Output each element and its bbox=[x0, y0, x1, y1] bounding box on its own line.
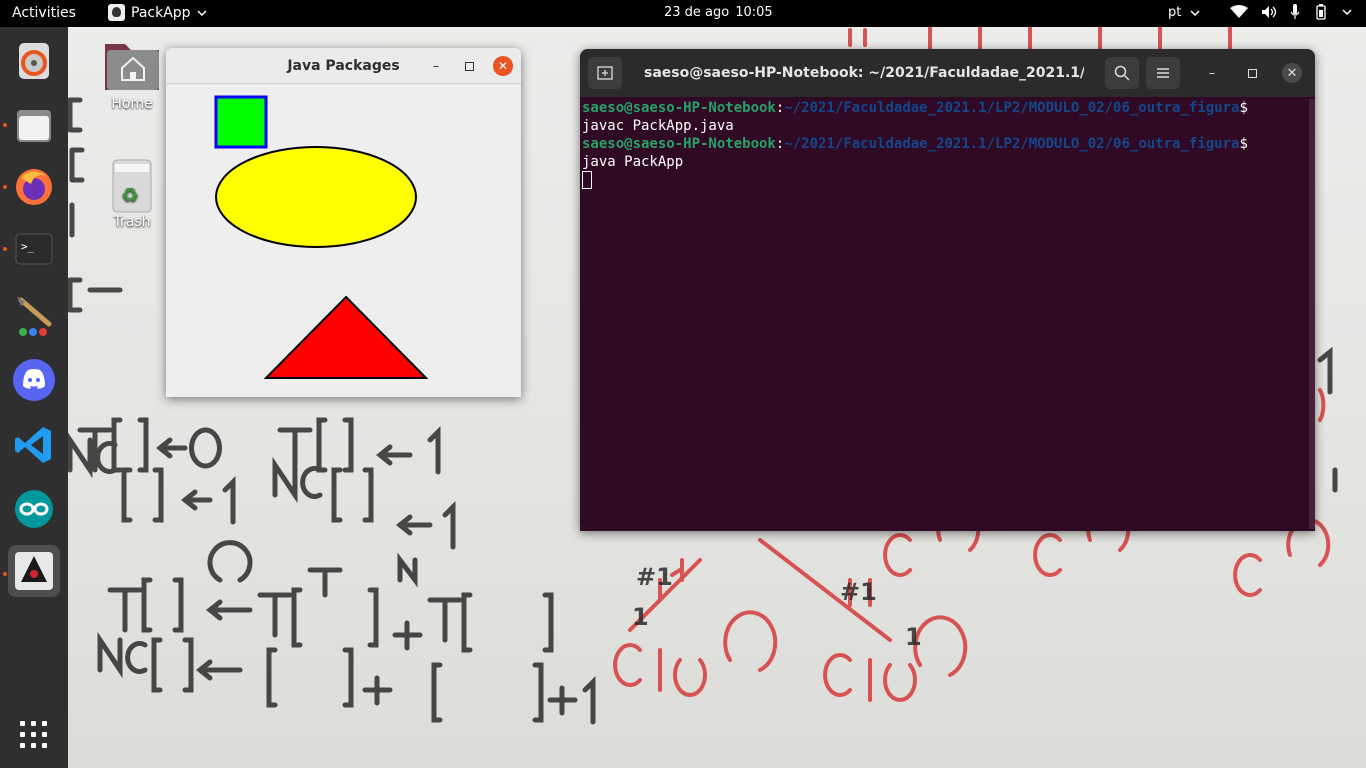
discord-icon bbox=[13, 359, 55, 401]
ubuntu-software-icon bbox=[19, 43, 49, 79]
prompt-symbol: $ bbox=[1239, 136, 1248, 152]
dock-item-ubuntu-software[interactable] bbox=[8, 34, 60, 86]
running-indicator bbox=[3, 247, 7, 251]
clock-time: 10:05 bbox=[735, 5, 773, 20]
prompt-symbol: $ bbox=[1239, 100, 1248, 116]
system-tray[interactable] bbox=[1230, 4, 1352, 20]
app-menu[interactable]: PackApp bbox=[108, 4, 207, 21]
window-titlebar[interactable]: Java Packages – ✕ bbox=[166, 48, 521, 84]
maximize-button[interactable] bbox=[1242, 63, 1262, 83]
cursor-line bbox=[582, 171, 1310, 189]
running-indicator bbox=[3, 572, 7, 576]
hamburger-menu-icon bbox=[1157, 68, 1169, 78]
battery-icon bbox=[1316, 4, 1326, 20]
show-apps-icon bbox=[20, 721, 47, 748]
prompt-path: ~/2021/Faculdadae_2021.1/LP2/MODULO_02/0… bbox=[784, 136, 1240, 152]
minimize-icon: – bbox=[1208, 65, 1216, 81]
terminal-icon: >_ bbox=[15, 233, 53, 265]
home-label: Home bbox=[111, 96, 153, 112]
terminal-output[interactable]: saeso@saeso-HP-Notebook:~/2021/Faculdada… bbox=[582, 99, 1310, 529]
clock-date: 23 de ago bbox=[664, 5, 730, 20]
vscode-icon bbox=[15, 427, 51, 463]
top-bar: Activities PackApp 23 de ago 10:05 pt bbox=[0, 0, 1366, 27]
desktop-trash[interactable]: ♻ Trash bbox=[98, 158, 166, 230]
maximize-icon bbox=[464, 61, 474, 71]
files-icon bbox=[17, 110, 51, 142]
wifi-icon bbox=[1230, 5, 1248, 18]
dock-item-java-app[interactable] bbox=[8, 545, 60, 597]
svg-text:>_: >_ bbox=[21, 240, 35, 253]
chevron-down-icon bbox=[1342, 9, 1352, 15]
svg-text:1: 1 bbox=[905, 623, 922, 651]
desktop-home[interactable]: Home bbox=[98, 36, 166, 112]
close-button[interactable]: ✕ bbox=[1282, 63, 1302, 83]
chevron-down-icon bbox=[197, 9, 207, 16]
terminal-scrollbar[interactable] bbox=[1309, 99, 1315, 529]
search-button[interactable] bbox=[1105, 57, 1139, 89]
paint-icon bbox=[17, 296, 52, 336]
new-tab-icon bbox=[597, 66, 613, 80]
trash-icon: ♻ bbox=[112, 159, 152, 213]
new-tab-button[interactable] bbox=[588, 57, 622, 89]
dock-item-vscode[interactable] bbox=[8, 419, 60, 471]
trash-label: Trash bbox=[113, 214, 151, 230]
app-menu-label: PackApp bbox=[131, 4, 191, 21]
command-line: java PackApp bbox=[582, 154, 684, 170]
svg-text:♻: ♻ bbox=[121, 183, 139, 207]
dock-item-paint[interactable] bbox=[8, 289, 60, 341]
running-indicator bbox=[3, 123, 7, 127]
minimize-button[interactable]: – bbox=[426, 56, 446, 76]
svg-text:#1: #1 bbox=[840, 578, 877, 606]
java-app-icon bbox=[108, 4, 125, 21]
terminal-titlebar[interactable]: saeso@saeso-HP-Notebook: ~/2021/Faculdad… bbox=[580, 49, 1315, 97]
drawing-canvas bbox=[166, 84, 521, 397]
volume-icon bbox=[1262, 6, 1277, 18]
dock-item-show-apps[interactable] bbox=[8, 709, 60, 761]
svg-text:1: 1 bbox=[632, 603, 649, 631]
microphone-icon bbox=[1290, 4, 1300, 19]
dock-item-files[interactable] bbox=[8, 99, 60, 151]
minimize-icon: – bbox=[432, 58, 440, 74]
java-packages-window: Java Packages – ✕ bbox=[166, 48, 521, 397]
dock-item-discord[interactable] bbox=[8, 354, 60, 406]
terminal-window: saeso@saeso-HP-Notebook: ~/2021/Faculdad… bbox=[580, 49, 1315, 531]
red-triangle-shape bbox=[263, 295, 429, 379]
java-duke-icon bbox=[15, 552, 53, 590]
prompt-line: saeso@saeso-HP-Notebook:~/2021/Faculdada… bbox=[582, 100, 1248, 116]
search-icon bbox=[1114, 65, 1130, 81]
svg-text:#1: #1 bbox=[636, 563, 673, 591]
minimize-button[interactable]: – bbox=[1202, 63, 1222, 83]
dock-item-arduino[interactable] bbox=[8, 483, 60, 535]
menu-button[interactable] bbox=[1146, 57, 1180, 89]
firefox-icon bbox=[16, 169, 52, 205]
prompt-user-host: saeso@saeso-HP-Notebook bbox=[582, 100, 776, 116]
language-label: pt bbox=[1168, 5, 1182, 20]
activities-button[interactable]: Activities bbox=[12, 5, 76, 21]
chevron-down-icon bbox=[1189, 10, 1200, 17]
dock-item-firefox[interactable] bbox=[8, 161, 60, 213]
prompt-user-host: saeso@saeso-HP-Notebook bbox=[582, 136, 776, 152]
shapes-figure bbox=[214, 95, 429, 379]
green-square-shape bbox=[214, 95, 268, 149]
command-line: javac PackApp.java bbox=[582, 118, 734, 134]
terminal-title: saeso@saeso-HP-Notebook: ~/2021/Faculdad… bbox=[644, 65, 1084, 81]
arduino-icon bbox=[15, 490, 53, 528]
close-icon: ✕ bbox=[497, 59, 509, 73]
running-indicator bbox=[3, 185, 7, 189]
home-folder-icon bbox=[105, 44, 159, 90]
maximize-icon bbox=[1247, 68, 1257, 78]
prompt-path: ~/2021/Faculdadae_2021.1/LP2/MODULO_02/0… bbox=[784, 100, 1240, 116]
yellow-ellipse-shape bbox=[215, 146, 417, 248]
dock-item-terminal[interactable]: >_ bbox=[8, 223, 60, 275]
text-cursor bbox=[582, 171, 592, 189]
maximize-button[interactable] bbox=[459, 56, 479, 76]
clock[interactable]: 23 de ago 10:05 bbox=[664, 5, 773, 20]
close-button[interactable]: ✕ bbox=[493, 56, 513, 76]
prompt-line: saeso@saeso-HP-Notebook:~/2021/Faculdada… bbox=[582, 136, 1248, 152]
dock: >_ bbox=[0, 27, 68, 768]
language-selector[interactable]: pt bbox=[1168, 5, 1200, 20]
close-icon: ✕ bbox=[1286, 65, 1298, 81]
